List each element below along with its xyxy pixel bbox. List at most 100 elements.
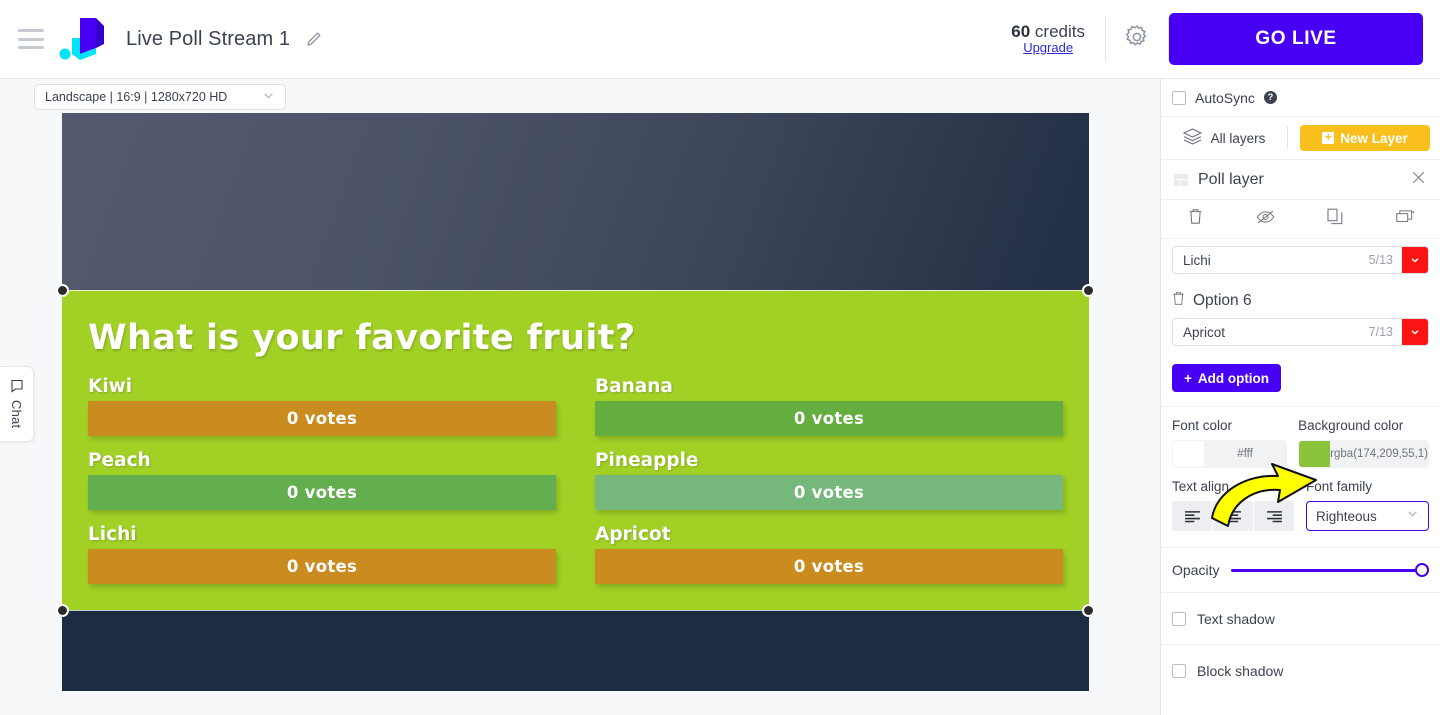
poll-option-bar: 0 votes xyxy=(88,549,556,584)
chat-tab[interactable]: Chat xyxy=(0,366,34,442)
align-center-icon[interactable] xyxy=(1213,501,1254,531)
background-color-label: Background color xyxy=(1298,418,1404,433)
top-bar-right: 60 credits Upgrade GO LIVE xyxy=(1011,0,1440,78)
block-shadow-label: Block shadow xyxy=(1197,662,1284,679)
opacity-label: Opacity xyxy=(1172,562,1220,578)
font-family-value: Righteous xyxy=(1316,508,1377,524)
align-left-icon[interactable] xyxy=(1172,501,1213,531)
background-color-swatch[interactable] xyxy=(1299,441,1331,467)
option-6-title-row: Option 6 xyxy=(1161,291,1440,311)
credits-line: 60 credits xyxy=(1011,22,1085,42)
layers-toolbar: All layers + New Layer xyxy=(1161,117,1440,160)
block-shadow-row: Block shadow xyxy=(1161,644,1440,696)
option-5-input-wrap[interactable]: 5/13 xyxy=(1172,246,1429,274)
upgrade-link[interactable]: Upgrade xyxy=(1023,40,1073,56)
chat-tab-label: Chat xyxy=(9,400,24,429)
all-layers-button[interactable]: All layers xyxy=(1161,117,1287,159)
close-icon[interactable] xyxy=(1410,169,1427,191)
poll-option[interactable]: Peach 0 votes xyxy=(88,450,556,520)
plus-icon: + xyxy=(1183,370,1192,386)
poll-option[interactable]: Apricot 0 votes xyxy=(595,524,1063,594)
layer-title: Poll layer xyxy=(1198,170,1264,188)
font-color-field: Font color #fff xyxy=(1172,418,1288,468)
poll-option-label: Kiwi xyxy=(88,376,133,397)
help-icon[interactable]: ? xyxy=(1263,91,1277,104)
delete-layer-button[interactable] xyxy=(1161,200,1231,238)
opacity-row: Opacity xyxy=(1161,548,1440,592)
resize-handle-bottom-right[interactable] xyxy=(1082,604,1095,617)
text-shadow-label: Text shadow xyxy=(1197,610,1275,627)
font-family-select[interactable]: Righteous xyxy=(1306,501,1429,531)
option-6-input-wrap[interactable]: 7/13 xyxy=(1172,318,1429,346)
workspace: Landscape | 16:9 | 1280x720 HD What is y… xyxy=(0,79,1160,715)
new-layer-button[interactable]: + New Layer xyxy=(1300,125,1430,151)
poll-layer-preview[interactable]: What is your favorite fruit? Kiwi 0 vote… xyxy=(62,290,1089,610)
opacity-track xyxy=(1231,569,1429,572)
option-6-title: Option 6 xyxy=(1193,292,1252,309)
poll-option-bar: 0 votes xyxy=(595,549,1063,584)
poll-option-bar: 0 votes xyxy=(88,475,556,510)
go-live-button[interactable]: GO LIVE xyxy=(1169,13,1423,65)
poll-option-label: Lichi xyxy=(88,524,137,545)
resize-handle-top-left[interactable] xyxy=(56,284,69,297)
add-option-label: Add option xyxy=(1197,370,1270,386)
opacity-knob[interactable] xyxy=(1415,563,1429,577)
delete-option-icon[interactable] xyxy=(1172,291,1185,311)
poll-option-label: Peach xyxy=(88,450,151,471)
brand-logo xyxy=(58,16,110,62)
font-color-swatch[interactable] xyxy=(1173,441,1204,467)
poll-option[interactable]: Banana 0 votes xyxy=(595,376,1063,446)
font-family-label: Font family xyxy=(1306,479,1373,494)
option-5-input[interactable] xyxy=(1173,252,1369,268)
hide-layer-button[interactable] xyxy=(1231,200,1301,238)
selection-edge-top xyxy=(62,290,1089,291)
font-color-picker[interactable]: #fff xyxy=(1172,440,1288,468)
background-color-picker[interactable]: rgba(174,209,55,1) xyxy=(1298,440,1429,468)
option-6-color-chevron[interactable] xyxy=(1402,319,1428,345)
option-6-input[interactable] xyxy=(1173,324,1369,340)
credits-count: 60 xyxy=(1011,21,1031,41)
autosync-checkbox[interactable] xyxy=(1172,90,1186,105)
add-option-button[interactable]: + Add option xyxy=(1172,364,1281,392)
duplicate-layer-button[interactable] xyxy=(1301,200,1371,238)
autosync-row: AutoSync ? xyxy=(1161,79,1440,117)
text-shadow-checkbox[interactable] xyxy=(1172,611,1186,626)
resize-handle-top-right[interactable] xyxy=(1082,284,1095,297)
font-color-label: Font color xyxy=(1172,418,1233,433)
layout-icon xyxy=(1174,173,1188,186)
new-layer-label: New Layer xyxy=(1340,130,1408,146)
poll-option[interactable]: Pineapple 0 votes xyxy=(595,450,1063,520)
preview-canvas[interactable]: What is your favorite fruit? Kiwi 0 vote… xyxy=(62,113,1089,691)
settings-button[interactable] xyxy=(1106,0,1168,78)
top-bar: Live Poll Stream 1 60 credits Upgrade GO… xyxy=(0,0,1440,79)
divider xyxy=(1161,406,1440,407)
all-layers-label: All layers xyxy=(1210,130,1266,146)
resize-handle-bottom-left[interactable] xyxy=(56,604,69,617)
credits-label: credits xyxy=(1034,21,1085,41)
poll-option[interactable]: Kiwi 0 votes xyxy=(88,376,556,446)
opacity-slider[interactable] xyxy=(1231,562,1429,578)
poll-option-label: Banana xyxy=(595,376,673,397)
aspect-ratio-select[interactable]: Landscape | 16:9 | 1280x720 HD xyxy=(34,84,286,110)
poll-option-bar: 0 votes xyxy=(88,401,556,436)
align-right-icon[interactable] xyxy=(1254,501,1294,531)
send-to-scene-button[interactable] xyxy=(1370,200,1440,238)
option-5-counter: 5/13 xyxy=(1368,253,1393,267)
pencil-icon[interactable] xyxy=(306,31,322,47)
page-title: Live Poll Stream 1 xyxy=(126,28,322,51)
font-color-value: #fff xyxy=(1237,448,1253,460)
layers-stack-icon xyxy=(1182,128,1202,148)
chat-bubble-icon xyxy=(10,379,24,398)
poll-option[interactable]: Lichi 0 votes xyxy=(88,524,556,594)
selection-edge-bottom xyxy=(62,610,1089,611)
properties-panel: AutoSync ? All layers + New Layer Poll l… xyxy=(1160,79,1440,715)
block-shadow-checkbox[interactable] xyxy=(1172,663,1186,678)
trash-icon xyxy=(1188,208,1203,230)
hamburger-icon[interactable] xyxy=(18,29,44,49)
chevron-down-icon xyxy=(262,89,275,105)
option-6-counter: 7/13 xyxy=(1368,325,1393,339)
option-5-color-chevron[interactable] xyxy=(1402,247,1428,273)
text-shadow-row: Text shadow xyxy=(1161,592,1440,644)
poll-question: What is your favorite fruit? xyxy=(88,318,636,358)
poll-options-grid: Kiwi 0 votes Banana 0 votes Peach 0 vote… xyxy=(88,376,1063,594)
